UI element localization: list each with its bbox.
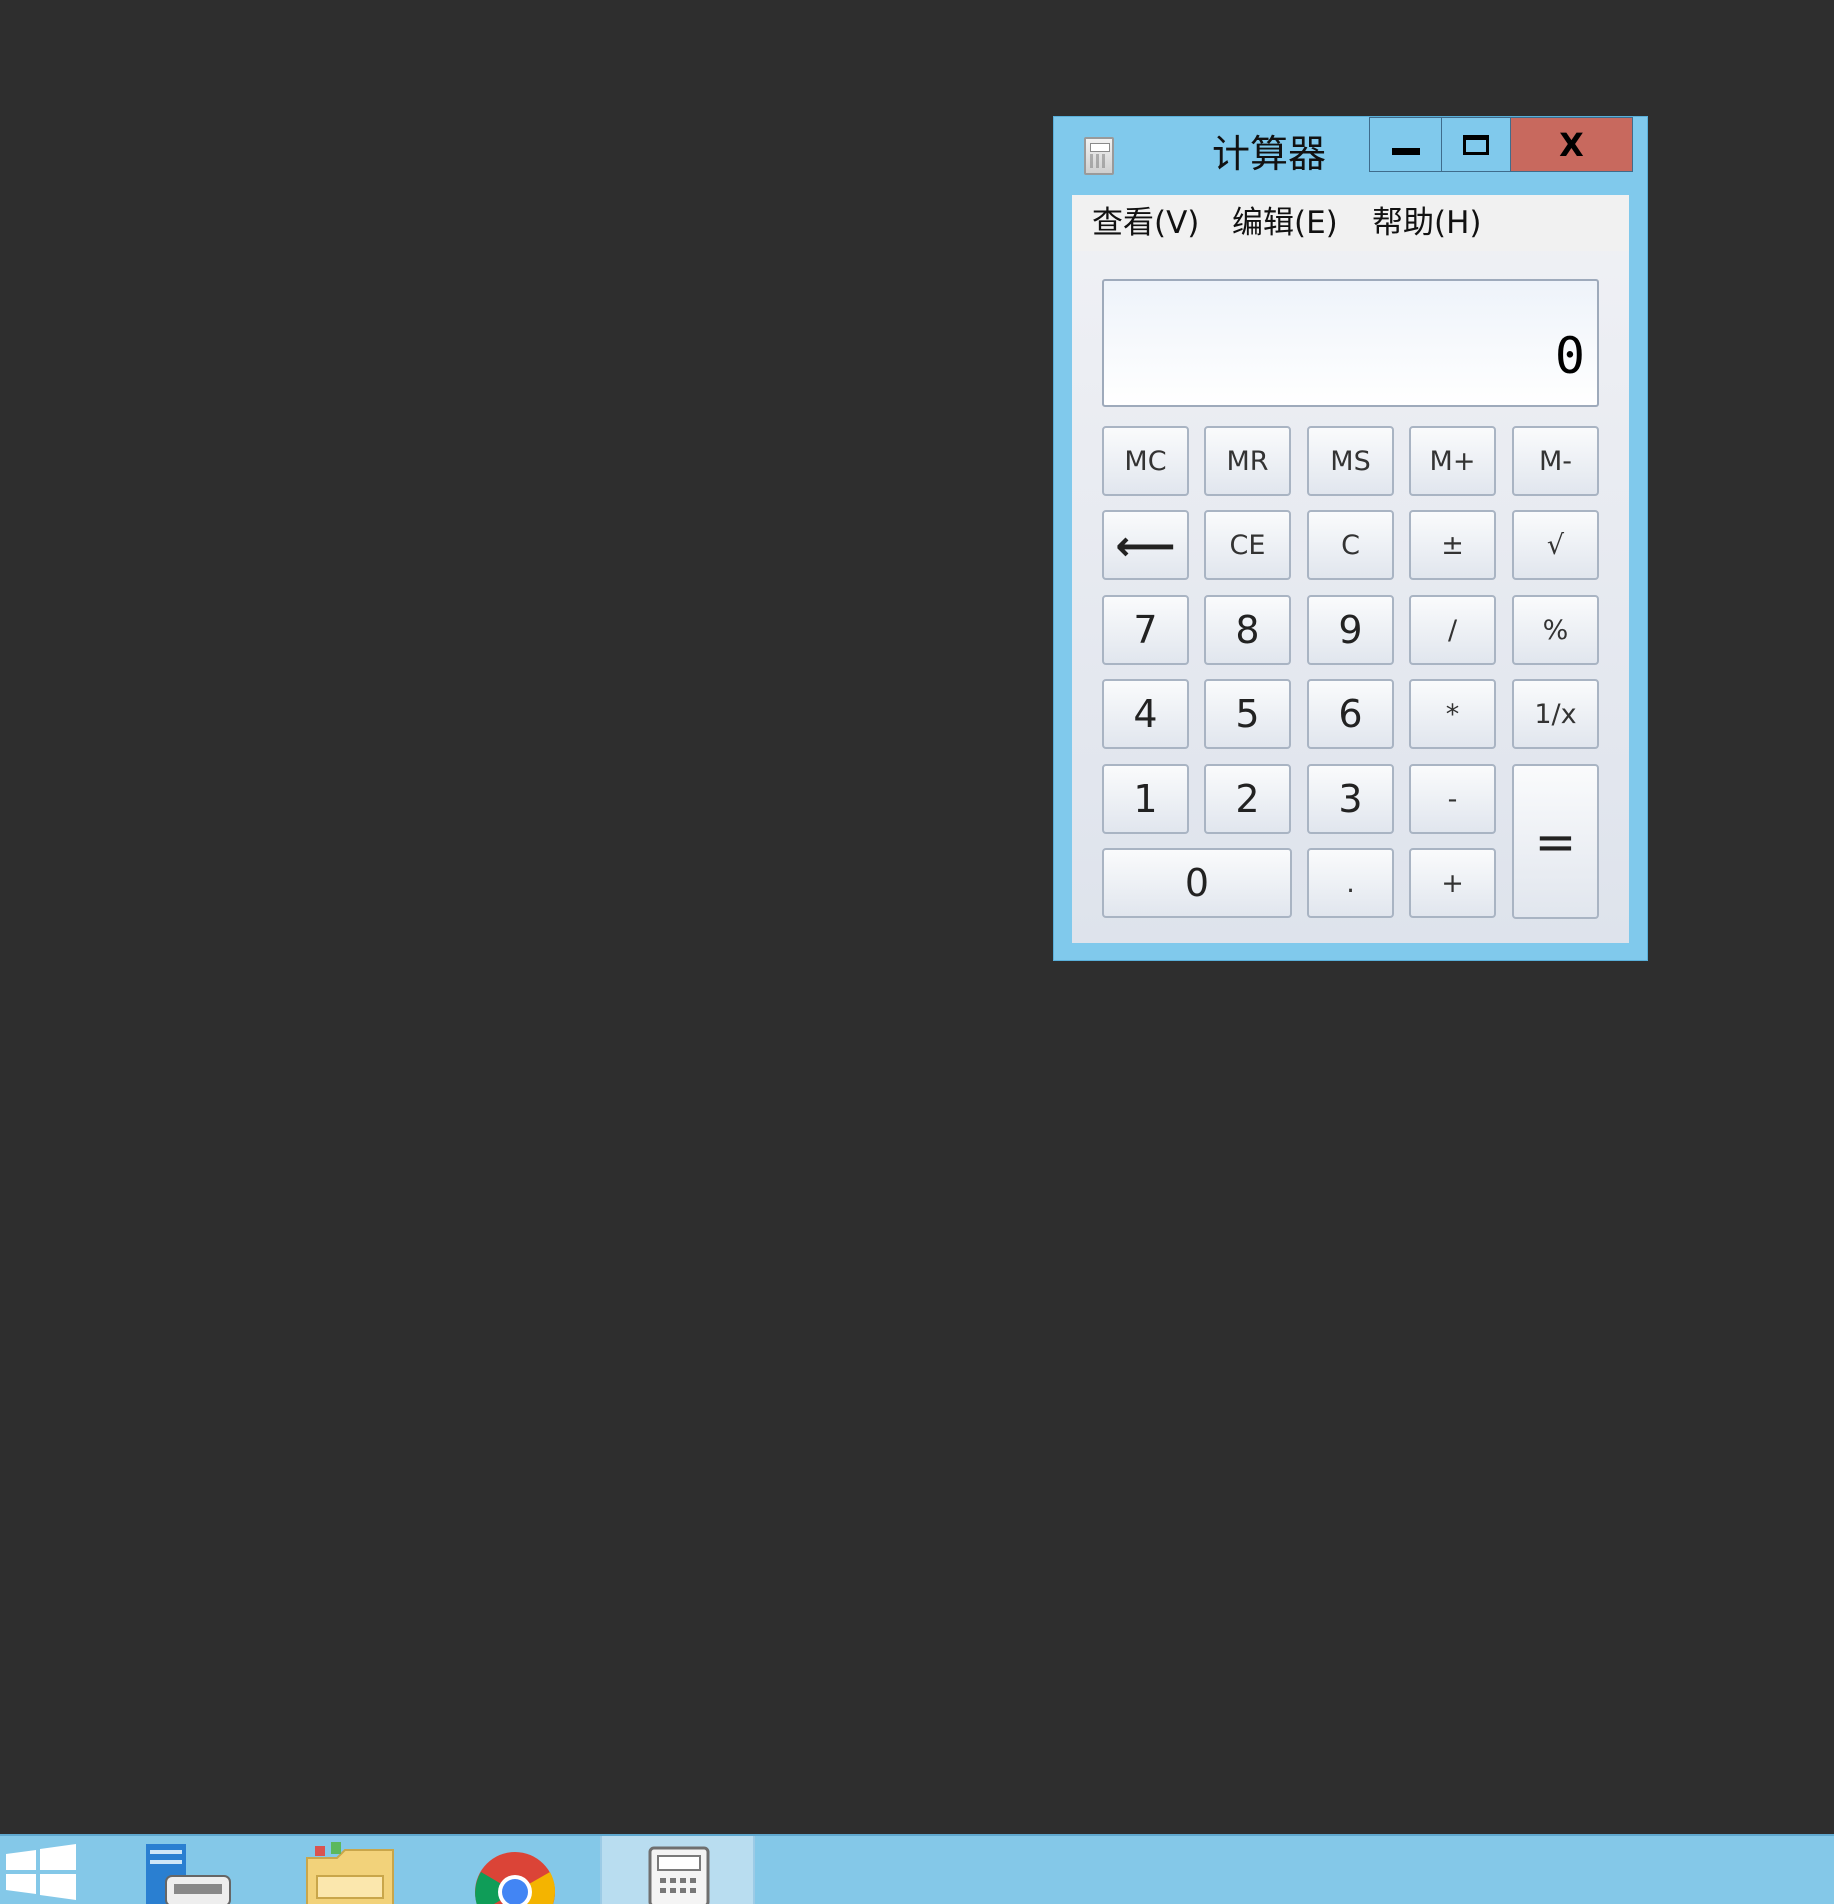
digit-2-button[interactable]: 2 xyxy=(1204,764,1291,834)
maximize-icon xyxy=(1463,134,1489,155)
ms-button[interactable]: MS xyxy=(1307,426,1394,496)
reciprocal-button[interactable]: 1/x xyxy=(1512,679,1599,749)
menu-bar: 查看(V) 编辑(E) 帮助(H) xyxy=(1072,195,1629,251)
menu-view[interactable]: 查看(V) xyxy=(1092,201,1199,245)
percent-button[interactable]: % xyxy=(1512,595,1599,665)
maximize-button[interactable] xyxy=(1441,117,1511,172)
server-manager-icon xyxy=(146,1844,231,1904)
digit-3-button[interactable]: 3 xyxy=(1307,764,1394,834)
mr-button[interactable]: MR xyxy=(1204,426,1291,496)
calculator-icon[interactable] xyxy=(1084,137,1114,175)
digit-6-button[interactable]: 6 xyxy=(1307,679,1394,749)
result-display: 0 xyxy=(1102,279,1599,407)
menu-help[interactable]: 帮助(H) xyxy=(1372,201,1482,245)
minimize-icon xyxy=(1391,148,1420,155)
calculator-body: 查看(V) 编辑(E) 帮助(H) 0 MC MR MS M+ M- ⟵ CE … xyxy=(1072,195,1629,943)
backspace-arrow-icon: ⟵ xyxy=(1115,520,1176,570)
m-minus-button[interactable]: M- xyxy=(1512,426,1599,496)
add-button[interactable]: + xyxy=(1409,848,1496,918)
taskbar-file-explorer[interactable] xyxy=(295,1836,405,1904)
digit-8-button[interactable]: 8 xyxy=(1204,595,1291,665)
digit-0-button[interactable]: 0 xyxy=(1102,848,1292,918)
negate-button[interactable]: ± xyxy=(1409,510,1496,580)
ce-button[interactable]: CE xyxy=(1204,510,1291,580)
sqrt-button[interactable]: √ xyxy=(1512,510,1599,580)
close-icon: X xyxy=(1559,125,1584,164)
title-bar[interactable]: 计算器 X xyxy=(1054,117,1647,195)
chrome-icon xyxy=(475,1852,555,1904)
windows-start-icon xyxy=(6,1844,76,1900)
file-explorer-icon xyxy=(306,1842,394,1904)
desktop: 计算器 X 查看(V) 编辑(E) 帮助(H) 0 MC MR MS M+ M-… xyxy=(0,0,1834,1834)
taskbar-calculator[interactable] xyxy=(600,1836,755,1904)
decimal-button[interactable]: . xyxy=(1307,848,1394,918)
window-title: 计算器 xyxy=(1211,132,1326,176)
taskbar-server-manager[interactable] xyxy=(130,1836,240,1904)
minimize-button[interactable] xyxy=(1369,117,1442,172)
digit-7-button[interactable]: 7 xyxy=(1102,595,1189,665)
menu-edit[interactable]: 编辑(E) xyxy=(1232,201,1338,245)
clear-button[interactable]: C xyxy=(1307,510,1394,580)
digit-9-button[interactable]: 9 xyxy=(1307,595,1394,665)
calculator-taskbar-icon xyxy=(648,1846,710,1904)
digit-4-button[interactable]: 4 xyxy=(1102,679,1189,749)
equals-button[interactable]: = xyxy=(1512,764,1599,919)
digit-1-button[interactable]: 1 xyxy=(1102,764,1189,834)
mc-button[interactable]: MC xyxy=(1102,426,1189,496)
digit-5-button[interactable]: 5 xyxy=(1204,679,1291,749)
m-plus-button[interactable]: M+ xyxy=(1409,426,1496,496)
subtract-button[interactable]: - xyxy=(1409,764,1496,834)
divide-button[interactable]: / xyxy=(1409,595,1496,665)
start-button[interactable] xyxy=(0,1836,92,1904)
taskbar-chrome[interactable] xyxy=(460,1836,570,1904)
calculator-window: 计算器 X 查看(V) 编辑(E) 帮助(H) 0 MC MR MS M+ M-… xyxy=(1053,116,1648,961)
backspace-button[interactable]: ⟵ xyxy=(1102,510,1189,580)
taskbar xyxy=(0,1834,1834,1904)
display-value: 0 xyxy=(1554,327,1585,385)
multiply-button[interactable]: * xyxy=(1409,679,1496,749)
close-button[interactable]: X xyxy=(1510,117,1633,172)
